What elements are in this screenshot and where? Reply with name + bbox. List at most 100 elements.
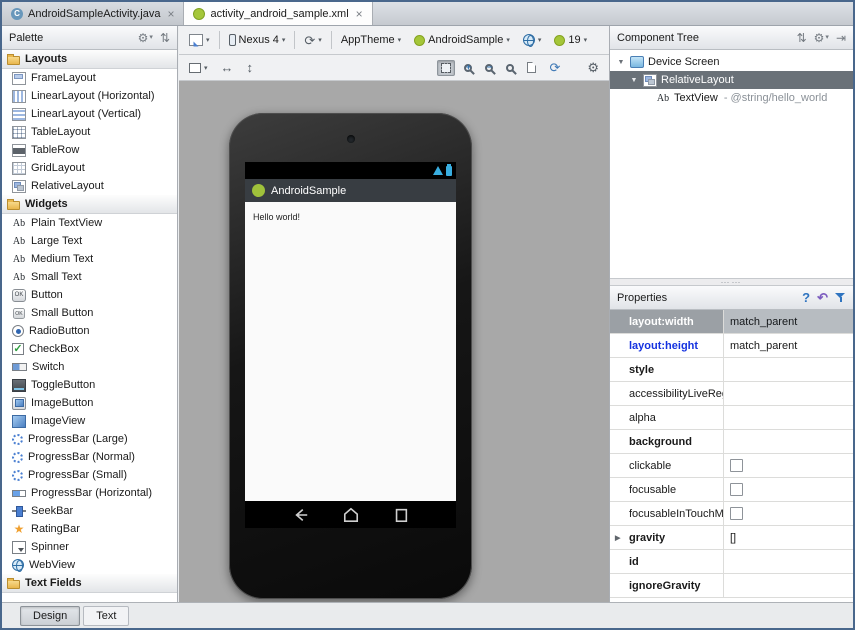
property-value[interactable] <box>724 406 853 429</box>
zoom-fit-button[interactable] <box>437 60 455 76</box>
device-select[interactable]: Nexus 4 ▾ <box>225 31 290 49</box>
property-row-layout-width[interactable]: layout:widthmatch_parent <box>610 310 853 334</box>
expand-icon[interactable]: ▶ <box>615 534 620 542</box>
stretch-vertical-button[interactable]: ↕ <box>243 58 258 77</box>
refresh-button[interactable]: ⟳ <box>545 58 564 77</box>
property-row-alpha[interactable]: alpha <box>610 406 853 430</box>
property-value[interactable] <box>724 454 853 477</box>
palette-item-progressbar-small[interactable]: ProgressBar (Small) <box>2 466 177 484</box>
property-value[interactable]: match_parent <box>724 334 853 357</box>
activity-select[interactable]: AndroidSample ▾ <box>410 31 514 49</box>
tab-text[interactable]: Text <box>83 606 129 626</box>
expander-icon[interactable]: ▼ <box>629 77 639 84</box>
locale-select[interactable]: ▾ <box>519 31 546 49</box>
palette-item-seekbar[interactable]: SeekBar <box>2 502 177 520</box>
sort-icon[interactable]: ⇅ <box>797 32 807 44</box>
property-row-id[interactable]: id <box>610 550 853 574</box>
palette-item-radiobutton[interactable]: RadioButton <box>2 322 177 340</box>
zoom-out-button[interactable]: − <box>481 61 497 75</box>
export-image-button[interactable] <box>523 59 540 76</box>
hello-world-textview[interactable]: Hello world! <box>253 212 300 222</box>
expander-icon[interactable]: ▼ <box>616 59 626 66</box>
device-screen[interactable]: AndroidSample Hello world! <box>245 162 456 528</box>
zoom-in-button[interactable]: + <box>460 61 476 75</box>
palette-item-progressbar-horizontal[interactable]: ProgressBar (Horizontal) <box>2 484 177 502</box>
palette-item-togglebutton[interactable]: ToggleButton <box>2 376 177 394</box>
hide-panel-icon[interactable]: ⇥ <box>836 32 846 44</box>
orientation-select[interactable]: ⟳ ▾ <box>300 31 325 50</box>
checkbox[interactable] <box>730 459 743 472</box>
property-value[interactable] <box>724 550 853 573</box>
theme-select[interactable]: AppTheme ▾ <box>337 31 405 49</box>
property-value[interactable] <box>724 478 853 501</box>
tab-activity-android-sample-xml[interactable]: activity_android_sample.xml × <box>184 2 372 25</box>
property-row-ignoregravity[interactable]: ignoreGravity <box>610 574 853 598</box>
palette-section-widgets[interactable]: Widgets <box>2 195 177 214</box>
palette-item-spinner[interactable]: Spinner <box>2 538 177 556</box>
palette-item-imageview[interactable]: ImageView <box>2 412 177 430</box>
checkbox[interactable] <box>730 483 743 496</box>
palette-item-ratingbar[interactable]: RatingBar <box>2 520 177 538</box>
property-value[interactable] <box>724 502 853 525</box>
palette-item-webview[interactable]: WebView <box>2 556 177 574</box>
design-canvas[interactable]: AndroidSample Hello world! <box>179 81 609 602</box>
zoom-actual-button[interactable] <box>502 61 518 75</box>
gear-icon[interactable]: ⚙▾ <box>138 32 153 44</box>
palette-item-tablerow[interactable]: TableRow <box>2 141 177 159</box>
property-value[interactable] <box>724 574 853 597</box>
property-value[interactable] <box>724 358 853 381</box>
panel-splitter[interactable]: ⋯⋯ <box>610 278 853 286</box>
palette-item-framelayout[interactable]: FrameLayout <box>2 69 177 87</box>
close-icon[interactable]: × <box>167 8 174 20</box>
checkbox[interactable] <box>730 507 743 520</box>
property-row-background[interactable]: background <box>610 430 853 454</box>
palette-item-gridlayout[interactable]: GridLayout <box>2 159 177 177</box>
palette-item-small-button[interactable]: Small Button <box>2 304 177 322</box>
property-row-clickable[interactable]: clickable <box>610 454 853 478</box>
tree-node-relativelayout[interactable]: ▼RelativeLayout <box>610 71 853 89</box>
palette-item-large-text[interactable]: Large Text <box>2 232 177 250</box>
layout-content[interactable]: Hello world! <box>245 202 456 501</box>
property-row-focusableintouchm[interactable]: focusableInTouchM <box>610 502 853 526</box>
palette-item-imagebutton[interactable]: ImageButton <box>2 394 177 412</box>
configuration-button[interactable]: ▾ <box>185 31 214 49</box>
gear-icon[interactable]: ⚙▾ <box>814 32 829 44</box>
property-row-gravity[interactable]: ▶gravity[] <box>610 526 853 550</box>
palette-section-text-fields[interactable]: Text Fields <box>2 574 177 593</box>
tab-design[interactable]: Design <box>20 606 80 626</box>
preview-mode-button[interactable]: ▾ <box>185 60 212 76</box>
property-row-accessibilitylivereg[interactable]: accessibilityLiveReg <box>610 382 853 406</box>
tree-node-device-screen[interactable]: ▼Device Screen <box>610 53 853 71</box>
stretch-horizontal-button[interactable]: ↔ <box>217 58 238 77</box>
palette-item-relativelayout[interactable]: RelativeLayout <box>2 177 177 195</box>
undo-icon[interactable]: ↶ <box>817 290 828 306</box>
zoom-out-icon: − <box>485 64 493 72</box>
property-value[interactable]: [] <box>724 526 853 549</box>
palette-item-progressbar-normal[interactable]: ProgressBar (Normal) <box>2 448 177 466</box>
palette-item-medium-text[interactable]: Medium Text <box>2 250 177 268</box>
palette-item-plain-textview[interactable]: Plain TextView <box>2 214 177 232</box>
palette-item-linearlayout-vertical[interactable]: LinearLayout (Vertical) <box>2 105 177 123</box>
palette-item-checkbox[interactable]: CheckBox <box>2 340 177 358</box>
help-icon[interactable]: ? <box>802 290 810 305</box>
palette-item-tablelayout[interactable]: TableLayout <box>2 123 177 141</box>
property-row-focusable[interactable]: focusable <box>610 478 853 502</box>
property-row-layout-height[interactable]: layout:heightmatch_parent <box>610 334 853 358</box>
palette-section-layouts[interactable]: Layouts <box>2 50 177 69</box>
sort-icon[interactable]: ⇅ <box>160 32 170 44</box>
palette-item-progressbar-large[interactable]: ProgressBar (Large) <box>2 430 177 448</box>
property-value[interactable] <box>724 382 853 405</box>
property-value[interactable]: match_parent <box>724 310 853 333</box>
settings-button[interactable]: ⚙ <box>583 58 603 77</box>
tree-node-textview[interactable]: TextView- @string/hello_world <box>610 89 853 107</box>
close-icon[interactable]: × <box>356 8 363 20</box>
filter-icon[interactable] <box>835 292 846 303</box>
palette-item-switch[interactable]: Switch <box>2 358 177 376</box>
palette-item-button[interactable]: Button <box>2 286 177 304</box>
palette-item-linearlayout-horizontal[interactable]: LinearLayout (Horizontal) <box>2 87 177 105</box>
property-value[interactable] <box>724 430 853 453</box>
property-row-style[interactable]: style <box>610 358 853 382</box>
palette-item-small-text[interactable]: Small Text <box>2 268 177 286</box>
tab-androidsampleactivity-java[interactable]: C AndroidSampleActivity.java × <box>2 2 184 25</box>
api-level-select[interactable]: 19 ▾ <box>550 31 591 49</box>
